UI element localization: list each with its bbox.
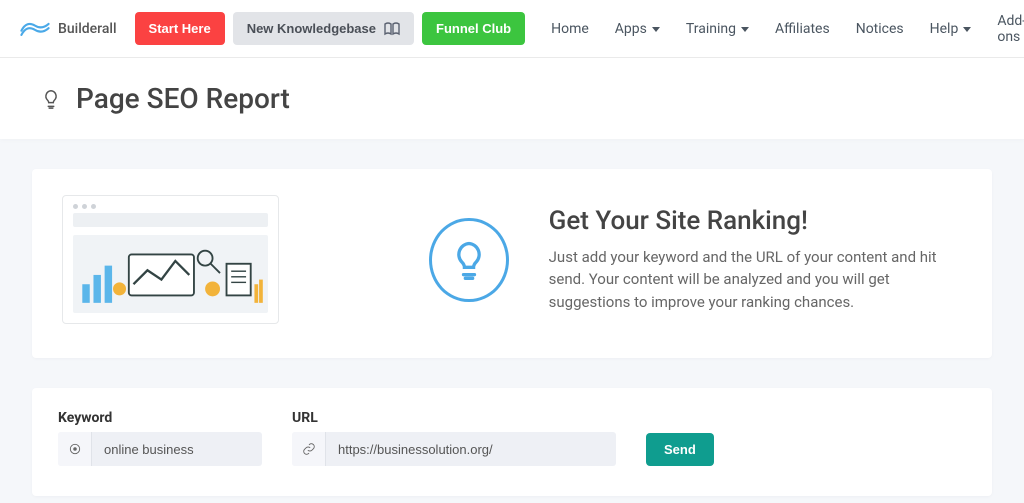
knowledgebase-label: New Knowledgebase — [247, 21, 376, 36]
target-icon — [58, 432, 92, 466]
page-title: Page SEO Report — [76, 82, 290, 115]
nav-apps[interactable]: Apps — [615, 21, 660, 37]
nav-notices[interactable]: Notices — [856, 21, 904, 37]
hero-card: Get Your Site Ranking! Just add your key… — [32, 169, 992, 358]
keyword-input[interactable] — [92, 432, 262, 466]
link-icon — [292, 432, 326, 466]
brand-name: Builderall — [58, 21, 117, 37]
brand-logo[interactable]: Builderall — [18, 15, 117, 43]
seo-illustration — [62, 195, 279, 324]
start-here-button[interactable]: Start Here — [135, 12, 225, 45]
nav-training[interactable]: Training — [686, 21, 749, 37]
chevron-down-icon — [652, 27, 660, 32]
nav-help[interactable]: Help — [930, 21, 972, 37]
funnel-club-button[interactable]: Funnel Club — [422, 12, 525, 45]
nav-addons[interactable]: Add-ons — [997, 13, 1024, 45]
topbar: Builderall Start Here New Knowledgebase … — [0, 0, 1024, 58]
hero-title: Get Your Site Ranking! — [549, 206, 962, 236]
builderall-logo-icon — [18, 15, 52, 43]
lightbulb-icon — [40, 88, 62, 110]
send-button[interactable]: Send — [646, 433, 714, 466]
lightbulb-circle-icon — [429, 218, 508, 302]
knowledgebase-button[interactable]: New Knowledgebase — [233, 12, 414, 45]
page-title-row: Page SEO Report — [0, 58, 1024, 139]
nav-affiliates[interactable]: Affiliates — [775, 21, 830, 37]
hero-description: Just add your keyword and the URL of you… — [549, 246, 962, 314]
url-label: URL — [292, 410, 616, 426]
chevron-down-icon — [741, 27, 749, 32]
url-input[interactable] — [326, 432, 616, 466]
nav-home[interactable]: Home — [551, 21, 589, 37]
seo-form: Keyword URL Send — [32, 388, 992, 496]
book-icon — [384, 22, 400, 36]
chevron-down-icon — [963, 27, 971, 32]
main-nav: Home Apps Training Affiliates Notices He… — [551, 13, 1024, 45]
keyword-label: Keyword — [58, 410, 262, 426]
